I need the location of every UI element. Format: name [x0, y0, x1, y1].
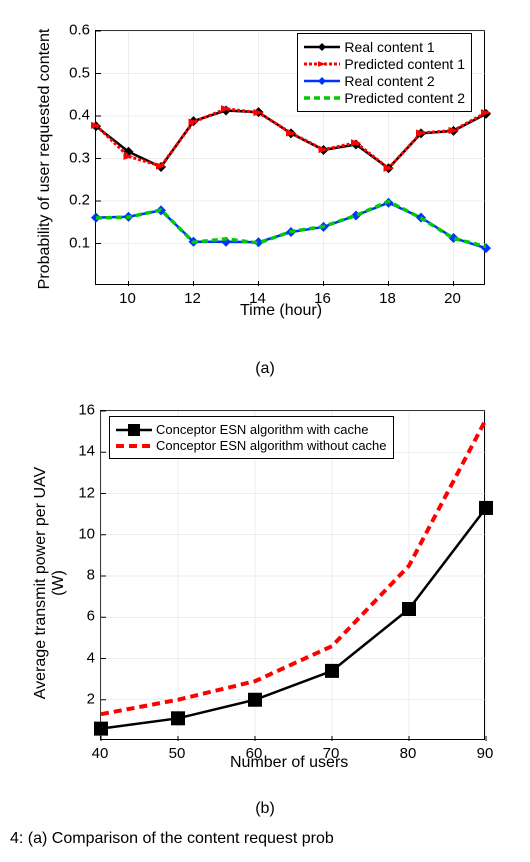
x-tick: 20: [444, 290, 461, 307]
legend-row: Real content 2: [304, 73, 465, 89]
x-tick: 60: [246, 745, 263, 762]
legend-label: Predicted content 2: [344, 90, 465, 106]
legend-label: Predicted content 1: [344, 56, 465, 72]
y-tick: 0.4: [60, 107, 90, 124]
legend-b: Conceptor ESN algorithm with cacheConcep…: [109, 416, 394, 459]
x-tick: 40: [92, 745, 109, 762]
ylabel-a: Probability of user requested content: [36, 24, 54, 294]
sublabel-b: (b): [0, 800, 530, 818]
legend-swatch: [304, 41, 340, 53]
y-tick: 2: [65, 690, 95, 707]
y-tick: 0.6: [60, 22, 90, 39]
plot-area-a: Real content 1Predicted content 1Real co…: [95, 30, 485, 285]
x-tick: 18: [379, 290, 396, 307]
ylabel-b: Average transmit power per UAV (W): [32, 453, 68, 713]
legend-row: Real content 1: [304, 39, 465, 55]
x-tick: 10: [119, 290, 136, 307]
y-tick: 6: [65, 608, 95, 625]
y-tick: 12: [65, 484, 95, 501]
y-tick: 0.5: [60, 64, 90, 81]
x-tick: 50: [169, 745, 186, 762]
y-tick: 0.3: [60, 149, 90, 166]
chart-a: Real content 1Predicted content 1Real co…: [20, 10, 510, 350]
sublabel-a: (a): [0, 360, 530, 378]
legend-swatch: [304, 58, 340, 70]
legend-swatch: [116, 424, 152, 436]
legend-label: Real content 1: [344, 39, 434, 55]
legend-label: Conceptor ESN algorithm without cache: [156, 438, 387, 453]
chart-b-svg: [101, 411, 486, 741]
y-tick: 0.2: [60, 192, 90, 209]
x-tick: 70: [323, 745, 340, 762]
y-tick: 4: [65, 649, 95, 666]
x-tick: 12: [184, 290, 201, 307]
y-tick: 14: [65, 443, 95, 460]
x-tick: 80: [400, 745, 417, 762]
legend-row: Conceptor ESN algorithm with cache: [116, 422, 387, 437]
caption-fragment: 4: (a) Comparison of the content request…: [0, 830, 530, 848]
legend-label: Conceptor ESN algorithm with cache: [156, 422, 368, 437]
legend-label: Real content 2: [344, 73, 434, 89]
x-tick: 16: [314, 290, 331, 307]
y-tick: 10: [65, 525, 95, 542]
legend-row: Conceptor ESN algorithm without cache: [116, 438, 387, 453]
y-tick: 0.1: [60, 234, 90, 251]
legend-row: Predicted content 2: [304, 90, 465, 106]
chart-b: Conceptor ESN algorithm with cacheConcep…: [20, 390, 510, 790]
legend-swatch: [304, 92, 340, 104]
x-tick: 14: [249, 290, 266, 307]
x-tick: 90: [477, 745, 494, 762]
legend-swatch: [304, 75, 340, 87]
legend-row: Predicted content 1: [304, 56, 465, 72]
y-tick: 8: [65, 567, 95, 584]
plot-area-b: Conceptor ESN algorithm with cacheConcep…: [100, 410, 485, 740]
y-tick: 16: [65, 402, 95, 419]
legend-a: Real content 1Predicted content 1Real co…: [297, 33, 472, 112]
legend-swatch: [116, 440, 152, 452]
